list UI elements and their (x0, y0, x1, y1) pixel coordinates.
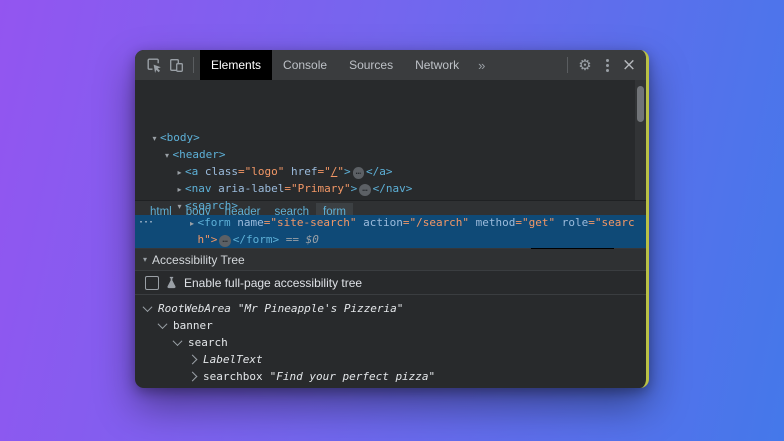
code-token: == $0 (279, 233, 319, 246)
ax-role: banner (173, 317, 213, 334)
dom-tree-row[interactable]: ▾<body> (135, 130, 646, 147)
close-icon[interactable]: × (618, 54, 640, 76)
code-token: name (231, 216, 264, 229)
ax-tree-row[interactable]: searchbox "Find your perfect pizza" (135, 368, 646, 385)
code-token: ="searc (588, 216, 634, 229)
full-page-ax-tree-row: Enable full-page accessibility tree (135, 271, 646, 295)
ax-name: "Find your perfect pizza" (270, 368, 436, 385)
accessibility-tree: RootWebArea "Mr Pineapple's Pizzeria" bann… (135, 295, 646, 385)
collapse-arrow-icon: ▾ (143, 255, 147, 264)
code-token: =" (317, 165, 330, 178)
expand-ellipsis-button[interactable]: … (219, 235, 230, 247)
code-token: h"> (198, 233, 218, 246)
expand-ellipsis-button[interactable]: … (359, 184, 370, 196)
ax-tree-row[interactable]: RootWebArea "Mr Pineapple's Pizzeria" (135, 300, 646, 317)
code-token: action (356, 216, 402, 229)
code-token: <nav (185, 182, 212, 195)
main-toolbar: ElementsConsoleSourcesNetwork » ⚙ × (135, 50, 646, 80)
settings-gear-icon[interactable]: ⚙ (574, 54, 596, 76)
code-token: " (337, 165, 344, 178)
accessibility-tree-section-header[interactable]: ▾ Accessibility Tree (135, 249, 646, 271)
experiment-flask-icon (165, 276, 178, 289)
code-token: > (344, 165, 351, 178)
main-tab-strip: ElementsConsoleSourcesNetwork (200, 50, 470, 80)
toolbar-separator (193, 57, 194, 73)
ax-tree-row[interactable]: banner (135, 317, 646, 334)
chevron-down-icon[interactable] (143, 302, 153, 312)
code-token: role (555, 216, 588, 229)
tab-network[interactable]: Network (404, 50, 470, 80)
dom-tree-row[interactable]: ▾<search> (135, 198, 646, 215)
more-menu-icon[interactable] (596, 54, 618, 76)
code-token: ="/search" (403, 216, 469, 229)
scrollbar-thumb[interactable] (637, 86, 644, 122)
row-options-dots-icon[interactable]: ··· (138, 215, 153, 231)
code-token: method (469, 216, 515, 229)
code-token: class (198, 165, 238, 178)
full-page-ax-tree-checkbox[interactable] (145, 276, 159, 290)
code-token: > (351, 182, 358, 195)
code-token: <form (198, 216, 231, 229)
chevron-down-icon[interactable] (158, 319, 168, 329)
ax-role: LabelText (203, 351, 263, 368)
dom-tree-row[interactable]: ··· ▸<form name="site-search" action="/se… (135, 215, 646, 248)
devtools-window: ElementsConsoleSourcesNetwork » ⚙ × ▾<bo… (135, 50, 649, 388)
dom-tree-row[interactable]: ▾<header> (135, 147, 646, 164)
ax-tree-row[interactable]: LabelText (135, 351, 646, 368)
dom-tree-row[interactable]: ▸<a class="logo" href="/">…</a> (135, 164, 646, 181)
code-token: ="site-search" (264, 216, 357, 229)
ax-tree-row[interactable]: search (135, 334, 646, 351)
toolbar-separator (567, 57, 568, 73)
expand-arrow-icon[interactable]: ▾ (149, 131, 160, 147)
tab-elements[interactable]: Elements (200, 50, 272, 80)
code-token: <search> (185, 199, 238, 212)
expand-arrow-icon[interactable]: ▾ (162, 148, 173, 164)
code-token: <header> (173, 148, 226, 161)
ax-name: "Mr Pineapple's Pizzeria" (238, 300, 404, 317)
expand-arrow-icon[interactable]: ▸ (187, 216, 198, 232)
expand-arrow-icon[interactable]: ▸ (174, 182, 185, 198)
code-token: aria-label (212, 182, 285, 195)
expand-ellipsis-button[interactable]: … (353, 167, 364, 179)
section-title: Accessibility Tree (152, 253, 245, 267)
code-token: </form> (233, 233, 279, 246)
code-token: href (284, 165, 317, 178)
expand-arrow-icon[interactable]: ▾ (174, 199, 185, 215)
code-token: </a> (366, 165, 393, 178)
code-token: ="Primary" (284, 182, 350, 195)
code-token: </nav> (373, 182, 413, 195)
ax-role: search (188, 334, 228, 351)
ax-role: RootWebArea (158, 300, 231, 317)
tab-sources[interactable]: Sources (338, 50, 404, 80)
inspect-element-icon[interactable] (143, 54, 165, 76)
checkbox-label[interactable]: Enable full-page accessibility tree (184, 276, 362, 290)
code-token: ="get" (515, 216, 555, 229)
chevron-right-icon[interactable] (188, 372, 198, 382)
code-token: <body> (160, 131, 200, 144)
dom-tree-row[interactable]: ▸<nav aria-label="Primary">…</nav> (135, 181, 646, 198)
ax-role: searchbox (203, 368, 263, 385)
chevron-down-icon[interactable] (173, 336, 183, 346)
tab-console[interactable]: Console (272, 50, 338, 80)
dom-tree-panel: ▾<body>▾<header>▸<a class="logo" href="/… (135, 80, 646, 200)
expand-arrow-icon[interactable]: ▸ (174, 165, 185, 181)
device-toolbar-icon[interactable] (165, 54, 187, 76)
code-token: ="logo" (238, 165, 284, 178)
more-tabs-button[interactable]: » (470, 58, 493, 73)
code-token: <a (185, 165, 198, 178)
chevron-right-icon[interactable] (188, 355, 198, 365)
